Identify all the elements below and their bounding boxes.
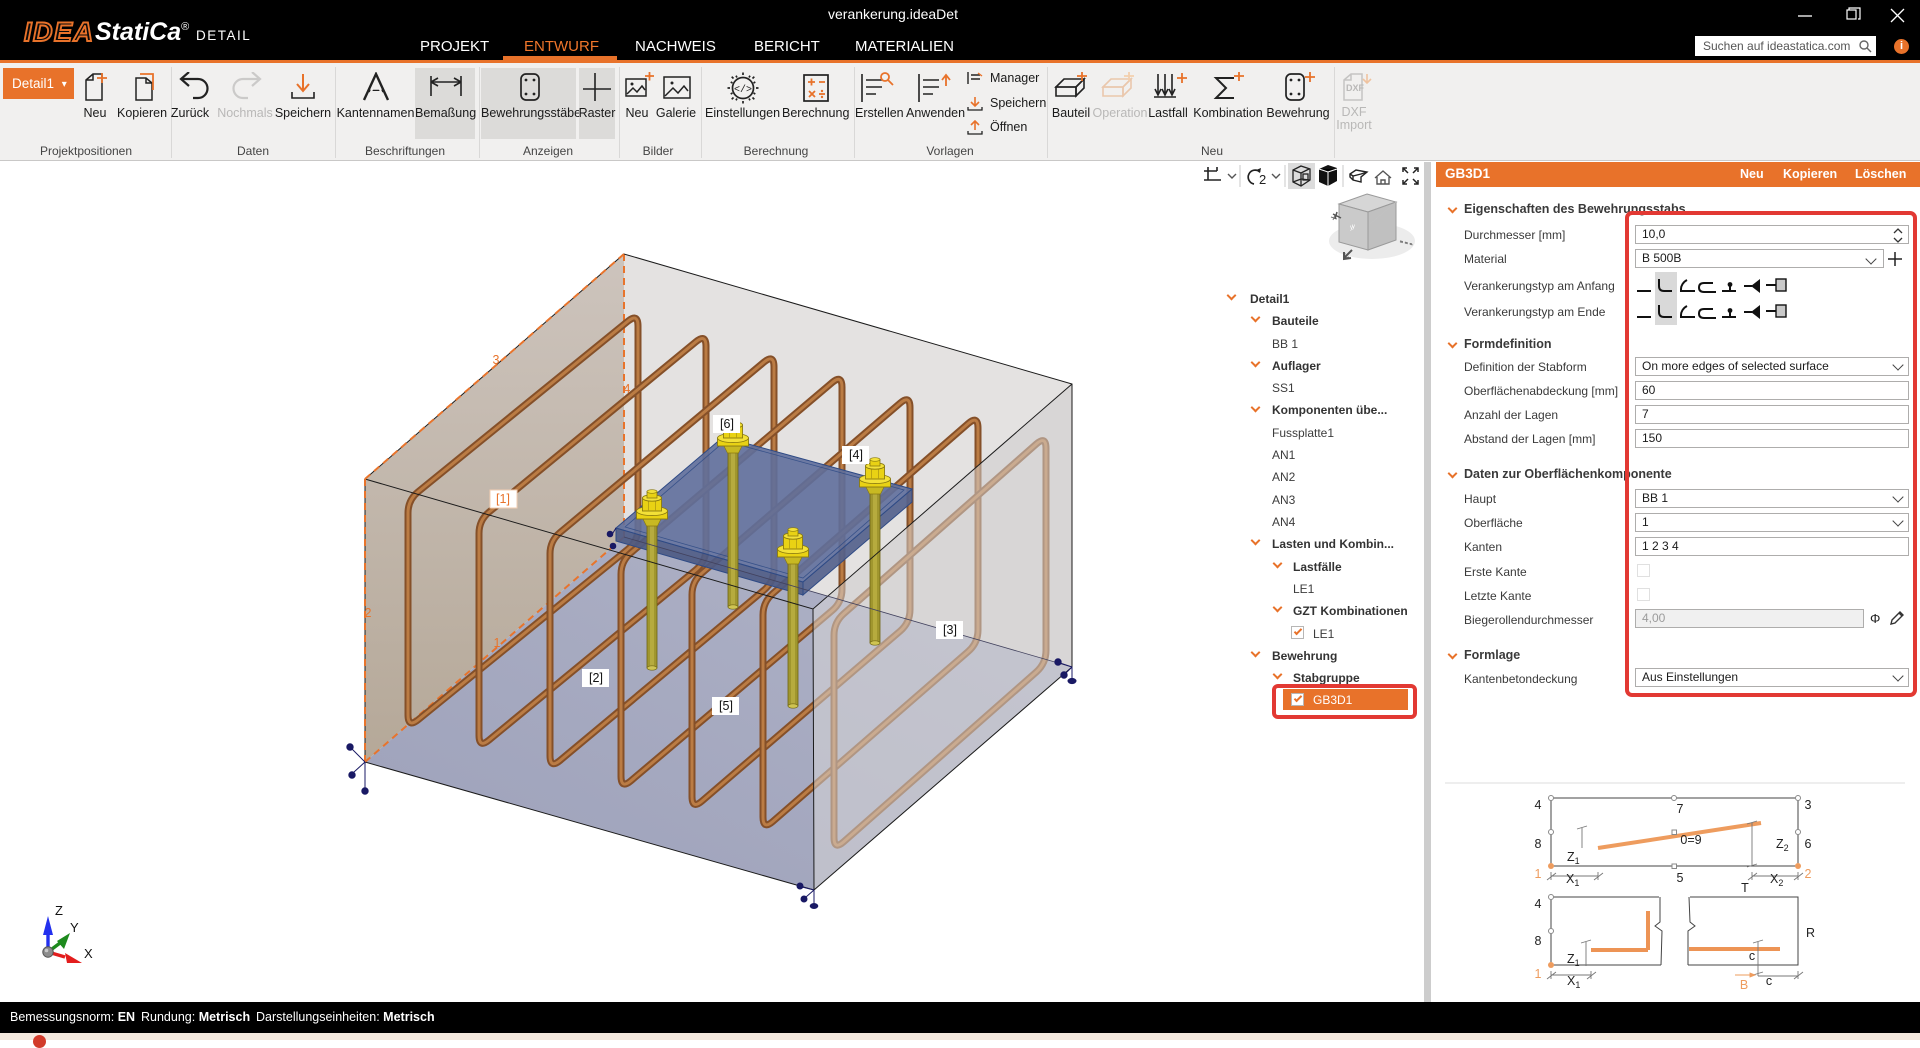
svg-text:5: 5 bbox=[1677, 871, 1684, 885]
svg-text:Z2: Z2 bbox=[1776, 837, 1789, 853]
svg-text:2: 2 bbox=[1805, 867, 1812, 881]
svg-text:</>: </> bbox=[734, 84, 752, 96]
svg-text:3: 3 bbox=[493, 353, 500, 367]
svg-text:c: c bbox=[1766, 974, 1772, 988]
svg-text:[2]: [2] bbox=[589, 671, 603, 685]
svg-text:Z: Z bbox=[55, 903, 63, 918]
svg-text:2: 2 bbox=[1259, 172, 1266, 187]
svg-text:[4]: [4] bbox=[849, 448, 863, 462]
svg-text:B: B bbox=[1740, 978, 1748, 992]
svg-text:3: 3 bbox=[1805, 798, 1812, 812]
svg-text:6: 6 bbox=[1805, 837, 1812, 851]
svg-text:X1: X1 bbox=[1567, 974, 1580, 990]
svg-text:Y: Y bbox=[70, 920, 79, 935]
svg-text:7: 7 bbox=[1677, 802, 1684, 816]
svg-text:y: y bbox=[1352, 224, 1355, 230]
svg-text:4: 4 bbox=[624, 382, 631, 396]
svg-text:[1]: [1] bbox=[496, 492, 510, 506]
svg-text:0=9: 0=9 bbox=[1680, 833, 1701, 847]
svg-text:8: 8 bbox=[1535, 934, 1542, 948]
svg-text:4: 4 bbox=[1535, 798, 1542, 812]
svg-text:T: T bbox=[1741, 881, 1749, 895]
svg-text:4: 4 bbox=[1535, 897, 1542, 911]
svg-text:[3]: [3] bbox=[943, 623, 957, 637]
svg-text:R: R bbox=[1806, 926, 1815, 940]
svg-text:c: c bbox=[1749, 949, 1755, 963]
svg-text:1: 1 bbox=[1535, 967, 1542, 981]
svg-text:[6]: [6] bbox=[720, 417, 734, 431]
svg-text:X1: X1 bbox=[1566, 872, 1579, 888]
svg-text:X: X bbox=[84, 946, 93, 961]
svg-text:DXF: DXF bbox=[1346, 83, 1365, 93]
svg-text:Z1: Z1 bbox=[1567, 952, 1580, 968]
svg-text:Z1: Z1 bbox=[1567, 850, 1580, 866]
svg-text:X2: X2 bbox=[1770, 872, 1783, 888]
svg-text:1: 1 bbox=[1535, 867, 1542, 881]
svg-text:2: 2 bbox=[365, 606, 372, 620]
svg-text:[5]: [5] bbox=[719, 699, 733, 713]
svg-text:8: 8 bbox=[1535, 837, 1542, 851]
svg-text:1: 1 bbox=[494, 636, 501, 650]
